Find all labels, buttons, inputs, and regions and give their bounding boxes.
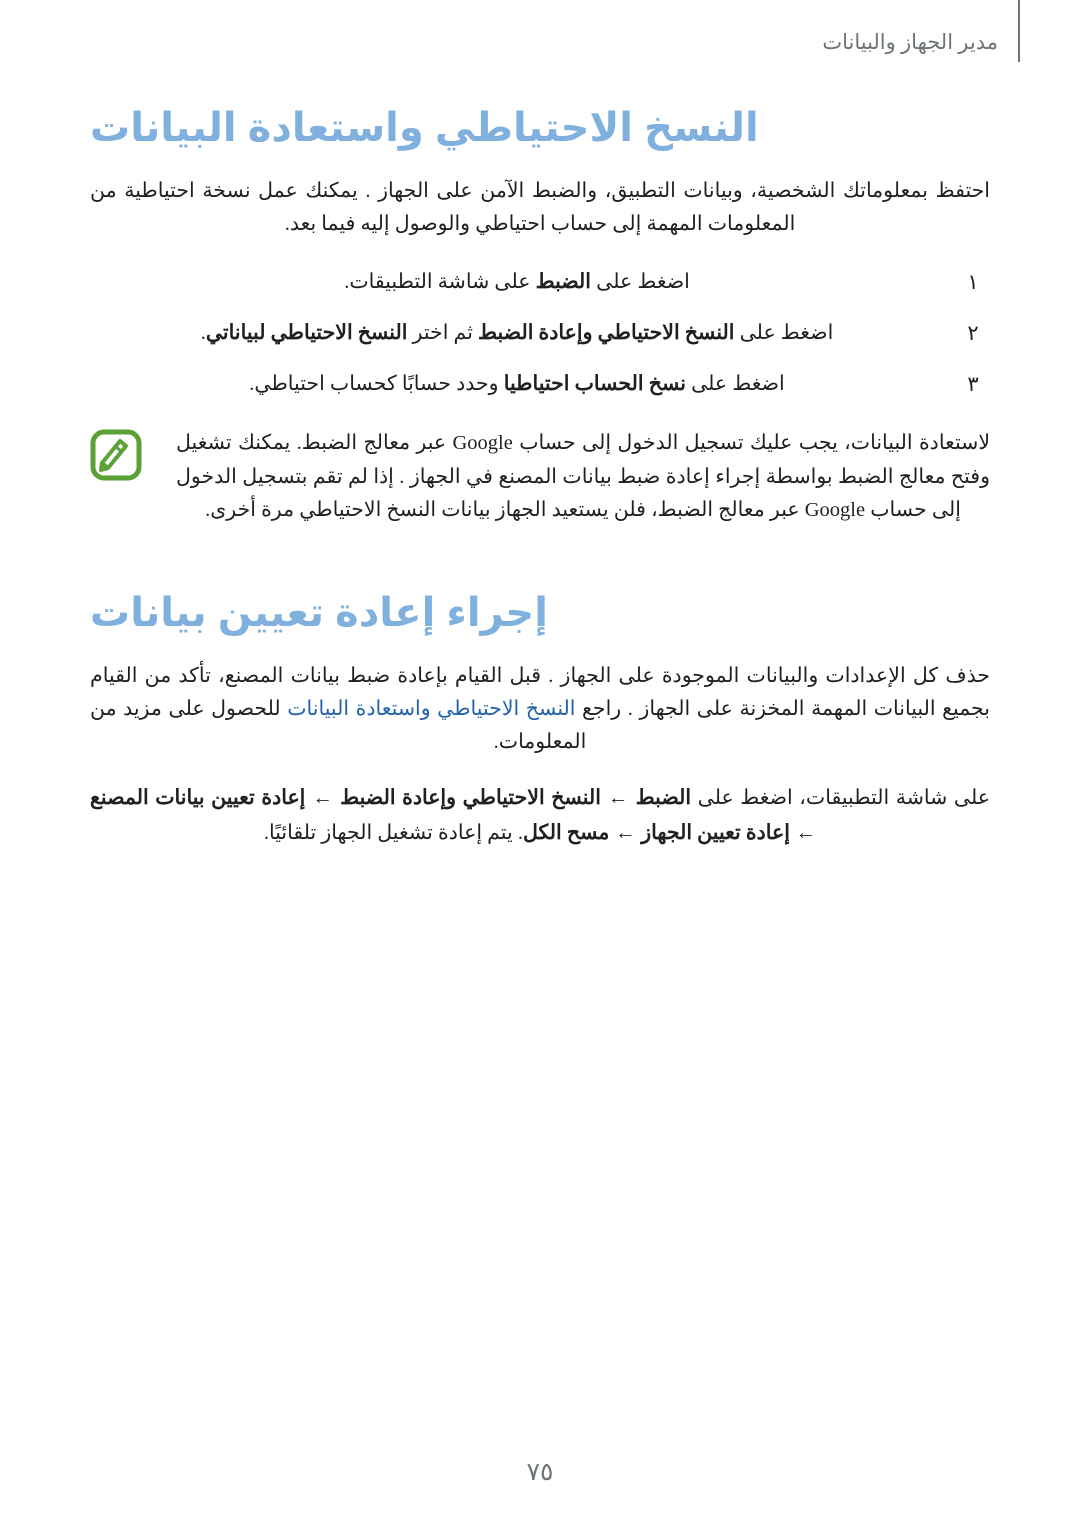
step-marker: ١ — [967, 270, 979, 295]
running-header-title: مدير الجهاز والبيانات — [822, 30, 998, 54]
page-header: مدير الجهاز والبيانات — [0, 0, 1080, 72]
list-item: ١ اضغط على الضبط على شاشة التطبيقات. — [90, 267, 990, 298]
step-marker: ٢ — [967, 320, 979, 345]
note-text: لاستعادة البيانات، يجب عليك تسجيل الدخول… — [176, 432, 991, 521]
step-marker: ٣ — [967, 371, 979, 396]
factory-reset-paragraph: حذف كل الإعدادات والبيانات الموجودة على … — [90, 664, 990, 754]
factory-reset-instruction: على شاشة التطبيقات، اضغط على الضبط ← الن… — [90, 786, 990, 844]
section-intro-paragraph: احتفظ بمعلوماتك الشخصية، وبيانات التطبيق… — [90, 179, 990, 235]
note-callout: لاستعادة البيانات، يجب عليك تسجيل الدخول… — [90, 427, 990, 527]
page-number: ٧٥ — [526, 1459, 554, 1486]
list-item: ٢ اضغط على النسخ الاحتياطي وإعادة الضبط … — [90, 318, 990, 349]
document-page: مدير الجهاز والبيانات النسخ الاحتياطي وا… — [0, 0, 1080, 1527]
note-pencil-icon — [90, 429, 142, 481]
step-text: اضغط على الضبط على شاشة التطبيقات. — [344, 271, 690, 294]
step-text: اضغط على النسخ الاحتياطي وإعادة الضبط ثم… — [200, 321, 834, 344]
list-item: ٣ اضغط على نسخ الحساب احتياطيا وحدد حساب… — [90, 369, 990, 400]
section-title-factory-reset: إجراء إعادة تعيين بيانات — [90, 591, 548, 636]
step-text: اضغط على نسخ الحساب احتياطيا وحدد حسابًا… — [249, 372, 785, 395]
page-content: النسخ الاحتياطي واستعادة البيانات احتفظ … — [90, 104, 990, 850]
section-title-backup-restore: النسخ الاحتياطي واستعادة البيانات — [90, 106, 759, 150]
numbered-steps-list: ١ اضغط على الضبط على شاشة التطبيقات. ٢ ا… — [90, 267, 990, 399]
header-divider-rule — [1018, 0, 1020, 62]
